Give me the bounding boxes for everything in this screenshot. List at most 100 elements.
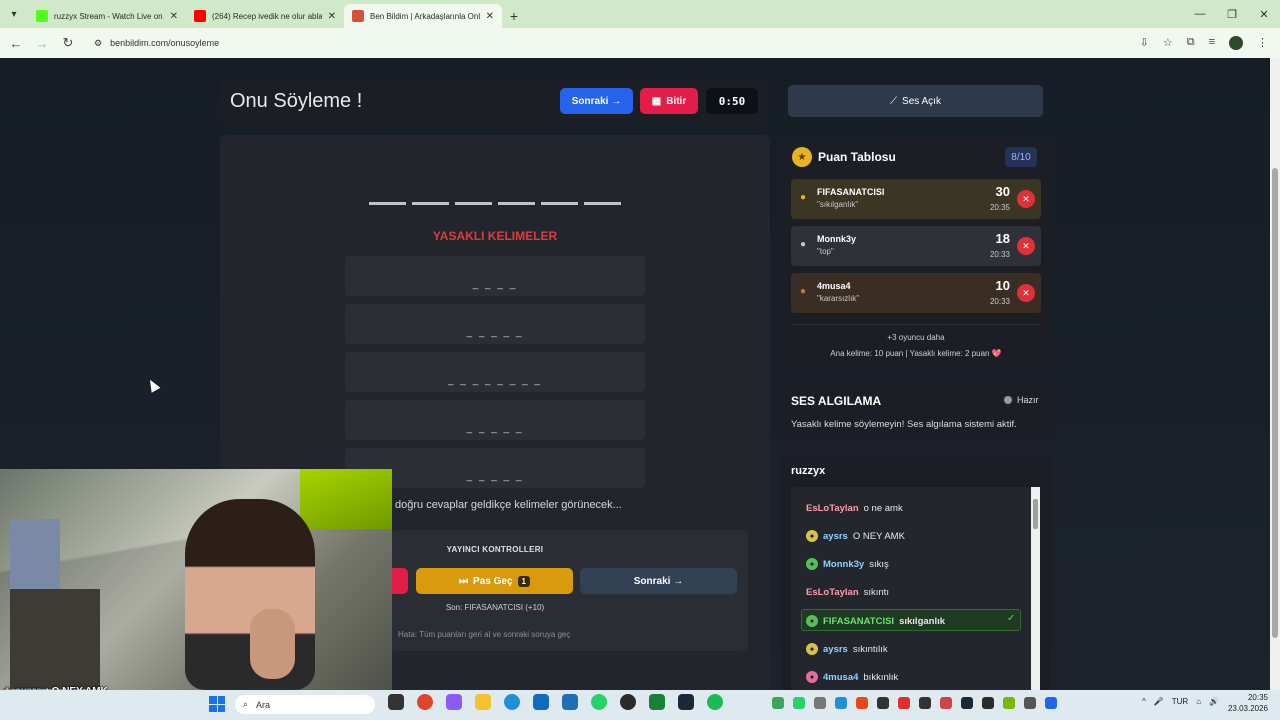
url-field[interactable]: ⚙ benbildim.com/onusoyleme bbox=[86, 32, 1130, 54]
end-button[interactable]: ▦ Bitir bbox=[640, 88, 698, 114]
status-dot-icon bbox=[1004, 396, 1012, 404]
task-view-icon[interactable] bbox=[388, 694, 404, 710]
chat-message: ✦ 4musa4 bıkkınlık bbox=[806, 670, 898, 684]
site-info-icon[interactable]: ⚙ bbox=[94, 38, 102, 49]
chat-message: ✦ FIFASANATCISI sıkılganlık bbox=[806, 614, 945, 628]
chrome-icon[interactable] bbox=[417, 694, 433, 710]
tray-app-icon[interactable] bbox=[940, 697, 952, 709]
chat-user: EsLoTaylan bbox=[806, 502, 859, 514]
tray-app-icon[interactable] bbox=[961, 697, 973, 709]
tray-app-icon[interactable] bbox=[856, 697, 868, 709]
tray-app-icon[interactable] bbox=[793, 697, 805, 709]
windows-start-icon[interactable] bbox=[209, 696, 225, 712]
language-indicator[interactable]: TUR bbox=[1172, 697, 1188, 706]
tab-title: ruzzyx Stream - Watch Live on Kick bbox=[54, 11, 164, 21]
player-points: 10 bbox=[995, 278, 1010, 293]
reload-icon[interactable]: ↻ bbox=[60, 35, 76, 51]
tray-app-icon[interactable] bbox=[772, 697, 784, 709]
close-tab-icon[interactable]: ✕ bbox=[486, 11, 494, 22]
menu-icon[interactable]: ⋮ bbox=[1257, 36, 1268, 50]
benbildim-favicon-icon bbox=[352, 10, 364, 22]
scroll-thumb[interactable] bbox=[1272, 168, 1278, 638]
remove-player-icon[interactable]: ✕ bbox=[1017, 237, 1035, 255]
letter-slot bbox=[455, 202, 492, 205]
back-icon[interactable]: ← bbox=[8, 36, 24, 51]
sound-status: Hazır bbox=[1004, 395, 1039, 405]
whatsapp-icon[interactable] bbox=[591, 694, 607, 710]
letter-slot bbox=[369, 202, 406, 205]
tab-kick[interactable]: ruzzyx Stream - Watch Live on Kick ✕ bbox=[28, 4, 186, 28]
microphone-icon[interactable]: 🎤 bbox=[1154, 697, 1164, 706]
end-label: Bitir bbox=[666, 95, 687, 107]
steam-icon[interactable] bbox=[678, 694, 694, 710]
bookmark-star-icon[interactable]: ☆ bbox=[1163, 36, 1173, 50]
install-app-icon[interactable]: ⇩ bbox=[1140, 36, 1149, 50]
edge-icon[interactable] bbox=[504, 694, 520, 710]
sound-detection-title: SES ALGILAMA bbox=[791, 394, 882, 408]
volume-icon[interactable]: 🔊 bbox=[1209, 697, 1219, 706]
obs-icon[interactable] bbox=[620, 694, 636, 710]
media-control-icon[interactable]: ≡ bbox=[1209, 36, 1215, 50]
outlook-icon[interactable] bbox=[562, 694, 578, 710]
next-question-button[interactable]: Sonraki → bbox=[580, 568, 737, 594]
chat-text: sıkıntılık bbox=[852, 643, 888, 655]
chat-scrollbar[interactable] bbox=[1031, 487, 1040, 690]
tray-app-icon[interactable] bbox=[1003, 697, 1015, 709]
tab-search-icon[interactable]: ▾ bbox=[0, 0, 28, 28]
close-window-icon[interactable]: ✕ bbox=[1248, 0, 1280, 28]
sound-label: Ses Açık bbox=[902, 95, 941, 107]
tray-app-icon[interactable] bbox=[1024, 697, 1036, 709]
store-icon[interactable] bbox=[533, 694, 549, 710]
tray-app-icon[interactable] bbox=[835, 697, 847, 709]
restore-icon[interactable]: ❐ bbox=[1216, 0, 1248, 28]
chat-scroll-thumb[interactable] bbox=[1033, 499, 1038, 529]
url-text: benbildim.com/onusoyleme bbox=[110, 38, 220, 48]
scoreboard-title: Puan Tablosu bbox=[818, 150, 896, 164]
remove-player-icon[interactable]: ✕ bbox=[1017, 190, 1035, 208]
tray-app-icon[interactable] bbox=[919, 697, 931, 709]
sound-toggle-button[interactable]: ⟋ Ses Açık bbox=[788, 85, 1043, 117]
page-scrollbar[interactable] bbox=[1270, 58, 1280, 690]
tray-app-icon[interactable] bbox=[1045, 697, 1057, 709]
minimize-icon[interactable]: — bbox=[1184, 0, 1216, 28]
new-tab-icon[interactable]: + bbox=[502, 4, 526, 28]
chevron-up-icon[interactable]: ^ bbox=[1142, 697, 1146, 706]
excel-icon[interactable] bbox=[649, 694, 665, 710]
scoring-rule-text: Ana kelime: 10 puan | Yasaklı kelime: 2 … bbox=[830, 349, 1002, 358]
tab-benbildim[interactable]: Ben Bildim | Arkadaşlarınla Online ✕ bbox=[344, 4, 502, 28]
network-icon[interactable]: ⌂ bbox=[1196, 697, 1201, 706]
gold-medal-icon: ● bbox=[800, 192, 807, 203]
profile-avatar[interactable] bbox=[1229, 36, 1243, 50]
error-hint: Hata: Tüm puanları geri al ve sonraki so… bbox=[398, 630, 571, 639]
taskbar-search[interactable]: ⌕ Ara bbox=[235, 695, 375, 714]
status-label: Hazır bbox=[1017, 395, 1039, 405]
forbidden-word: _ _ _ _ _ _ _ _ bbox=[345, 352, 645, 392]
tab-youtube[interactable]: (264) Recep ivedik ne olur ablacım ✕ bbox=[186, 4, 344, 28]
chat-text: bıkkınlık bbox=[863, 671, 899, 683]
browser-toolbar-icons: ⇩ ☆ ⧉ ≡ ⋮ bbox=[1140, 36, 1268, 50]
tab-title: Ben Bildim | Arkadaşlarınla Online bbox=[370, 11, 480, 21]
tray-app-icon[interactable] bbox=[982, 697, 994, 709]
badge-icon: ✦ bbox=[806, 615, 818, 627]
tray-app-icon[interactable] bbox=[898, 697, 910, 709]
spotify-icon[interactable] bbox=[707, 694, 723, 710]
taskbar-clock[interactable]: 20:35 23.03.2026 bbox=[1226, 692, 1268, 714]
remove-player-icon[interactable]: ✕ bbox=[1017, 284, 1035, 302]
player-time: 20:33 bbox=[989, 297, 1010, 306]
chat-message: EsLoTaylan sıkıntı bbox=[806, 585, 889, 599]
wand-icon: ⟋ bbox=[890, 95, 898, 107]
pass-button[interactable]: ⏭ Pas Geç 1 bbox=[416, 568, 573, 594]
chat-message: ✦ aysrs O NEY AMK bbox=[806, 529, 905, 543]
forward-icon[interactable]: → bbox=[34, 36, 50, 51]
extensions-icon[interactable]: ⧉ bbox=[1187, 36, 1195, 50]
reset-button[interactable] bbox=[390, 568, 408, 594]
close-tab-icon[interactable]: ✕ bbox=[170, 11, 178, 22]
badge-icon: ✦ bbox=[806, 643, 818, 655]
kick-favicon-icon bbox=[36, 10, 48, 22]
tray-app-icon[interactable] bbox=[877, 697, 889, 709]
file-explorer-icon[interactable] bbox=[475, 694, 491, 710]
tray-app-icon[interactable] bbox=[814, 697, 826, 709]
copilot-icon[interactable] bbox=[446, 694, 462, 710]
next-button[interactable]: Sonraki → bbox=[560, 88, 633, 114]
close-tab-icon[interactable]: ✕ bbox=[328, 11, 336, 22]
